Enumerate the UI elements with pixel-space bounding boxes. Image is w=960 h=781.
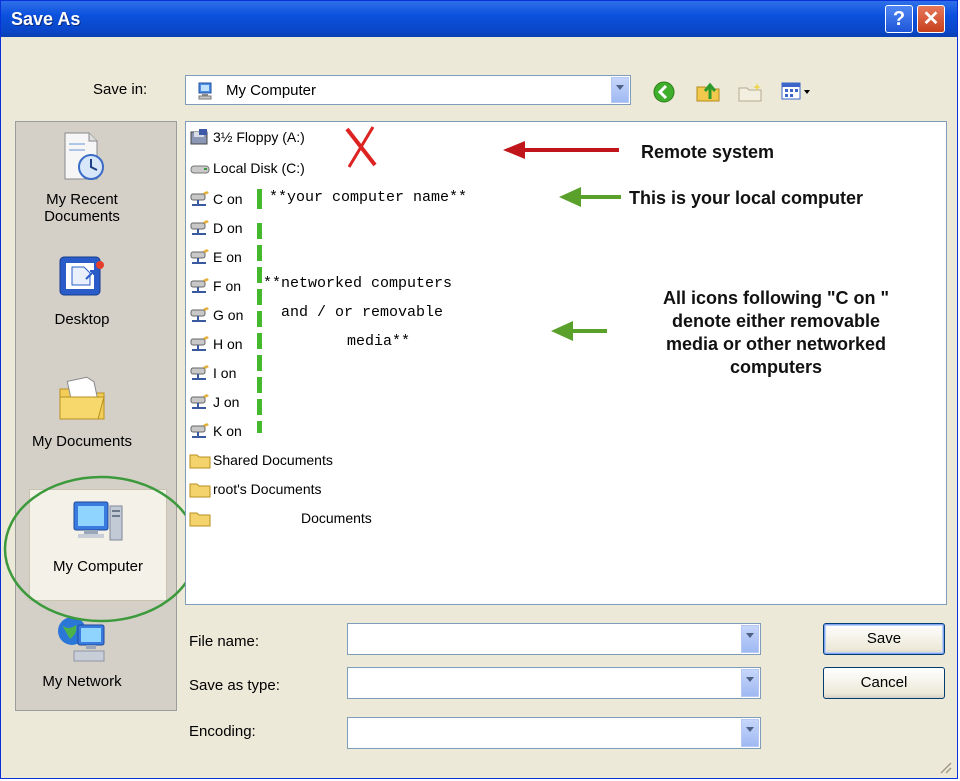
folder-icon: [189, 480, 211, 498]
icons-explanation: All icons following "C on " denote eithe…: [613, 287, 939, 379]
list-item[interactable]: Documents: [189, 506, 372, 530]
place-label: My Network: [42, 673, 122, 690]
list-item[interactable]: Shared Documents: [189, 448, 333, 472]
red-x-mark: [345, 126, 377, 168]
recent-documents-icon: [1, 131, 163, 187]
my-computer-small-icon: [196, 81, 216, 106]
network-drive-icon: [189, 219, 211, 237]
networked-note-line1: **networked computers: [263, 275, 453, 292]
desktop-icon: [1, 253, 163, 307]
my-documents-icon: [1, 373, 163, 429]
place-label: Documents: [44, 208, 120, 225]
save-in-combo[interactable]: My Computer: [185, 75, 631, 105]
save-as-type-dropdown-arrow[interactable]: [741, 669, 759, 697]
new-folder-icon[interactable]: [737, 81, 763, 108]
network-drive-icon: [189, 422, 211, 440]
view-menu-icon[interactable]: [781, 81, 813, 108]
item-label: K on: [213, 423, 242, 439]
cancel-button[interactable]: Cancel: [823, 667, 945, 699]
list-item[interactable]: H on: [189, 332, 243, 356]
item-label: Local Disk (C:): [213, 160, 305, 176]
save-in-label: Save in:: [93, 81, 148, 98]
item-label: G on: [213, 307, 244, 323]
place-label: My Documents: [31, 433, 133, 450]
network-drive-icon: [189, 364, 211, 382]
place-desktop[interactable]: Desktop: [1, 253, 163, 328]
place-label: Desktop: [54, 311, 110, 328]
file-name-input[interactable]: [347, 623, 761, 655]
title-bar[interactable]: Save As ? ✕: [1, 1, 957, 37]
local-computer-label: This is your local computer: [629, 188, 864, 208]
item-label: F on: [213, 278, 242, 294]
network-drive-icon: [189, 190, 211, 208]
networked-note-line3: media**: [347, 333, 411, 350]
place-my-recent-documents[interactable]: My Recent Documents: [1, 131, 163, 225]
encoding-label: Encoding:: [189, 723, 256, 740]
item-label: 3½ Floppy (A:): [213, 129, 305, 145]
icons-note-line: media or other networked: [665, 334, 887, 354]
list-item[interactable]: J on: [189, 390, 239, 414]
networked-note-line2: and / or removable: [281, 304, 444, 321]
folder-icon: [189, 509, 211, 527]
network-drive-icon: [189, 393, 211, 411]
annotation-bar: [257, 223, 262, 433]
place-my-documents[interactable]: My Documents: [1, 373, 163, 450]
save-button[interactable]: Save: [823, 623, 945, 655]
icons-note-line: All icons following "C on ": [662, 288, 890, 308]
list-item[interactable]: F on: [189, 274, 241, 298]
floppy-drive-icon: [189, 128, 211, 146]
list-item[interactable]: 3½ Floppy (A:): [189, 125, 305, 149]
list-item[interactable]: Local Disk (C:): [189, 156, 305, 180]
save-in-dropdown-arrow[interactable]: [611, 77, 629, 103]
item-label: C on: [213, 191, 243, 207]
dialog-title: Save As: [11, 9, 81, 29]
network-drive-icon: [189, 306, 211, 324]
highlight-ellipse: [3, 475, 199, 623]
list-item[interactable]: E on: [189, 245, 242, 269]
network-drive-icon: [189, 277, 211, 295]
computer-name-note: **your computer name**: [269, 189, 468, 206]
item-label: J on: [213, 394, 240, 410]
item-label: I on: [213, 365, 237, 381]
up-folder-icon[interactable]: [695, 79, 721, 108]
help-button[interactable]: ?: [885, 5, 913, 33]
folder-icon: [189, 451, 211, 469]
list-item[interactable]: D on: [189, 216, 243, 240]
item-label: Documents: [301, 510, 372, 526]
encoding-dropdown-arrow[interactable]: [741, 719, 759, 747]
network-drive-icon: [189, 335, 211, 353]
item-label: H on: [213, 336, 243, 352]
red-arrow: [503, 141, 619, 159]
save-in-value: My Computer: [226, 82, 317, 99]
save-as-type-label: Save as type:: [189, 677, 280, 694]
icons-note-line: computers: [729, 357, 823, 377]
close-button[interactable]: ✕: [917, 5, 945, 33]
list-item[interactable]: C on: [189, 187, 243, 211]
file-name-label: File name:: [189, 633, 260, 650]
item-label: E on: [213, 249, 242, 265]
annotation-bar: [257, 189, 262, 209]
list-item[interactable]: G on: [189, 303, 243, 327]
network-drive-icon: [189, 248, 211, 266]
file-name-dropdown-arrow[interactable]: [741, 625, 759, 653]
back-icon[interactable]: [653, 81, 675, 108]
list-item[interactable]: K on: [189, 419, 242, 443]
save-as-dialog: Save As ? ✕ Save in: My Computer My Rece…: [0, 0, 958, 779]
save-as-type-select[interactable]: [347, 667, 761, 699]
item-label: D on: [213, 220, 243, 236]
green-arrow-network: [551, 321, 607, 341]
list-item[interactable]: I on: [189, 361, 236, 385]
local-disk-icon: [189, 159, 211, 177]
resize-grip[interactable]: [935, 757, 953, 775]
place-label: My Recent: [46, 191, 118, 208]
list-item[interactable]: root's Documents: [189, 477, 322, 501]
item-label: root's Documents: [213, 481, 322, 497]
encoding-select[interactable]: [347, 717, 761, 749]
remote-system-label: Remote system: [641, 142, 775, 162]
item-label: Shared Documents: [213, 452, 333, 468]
green-arrow-local: [559, 187, 621, 207]
icons-note-line: denote either removable: [671, 311, 881, 331]
